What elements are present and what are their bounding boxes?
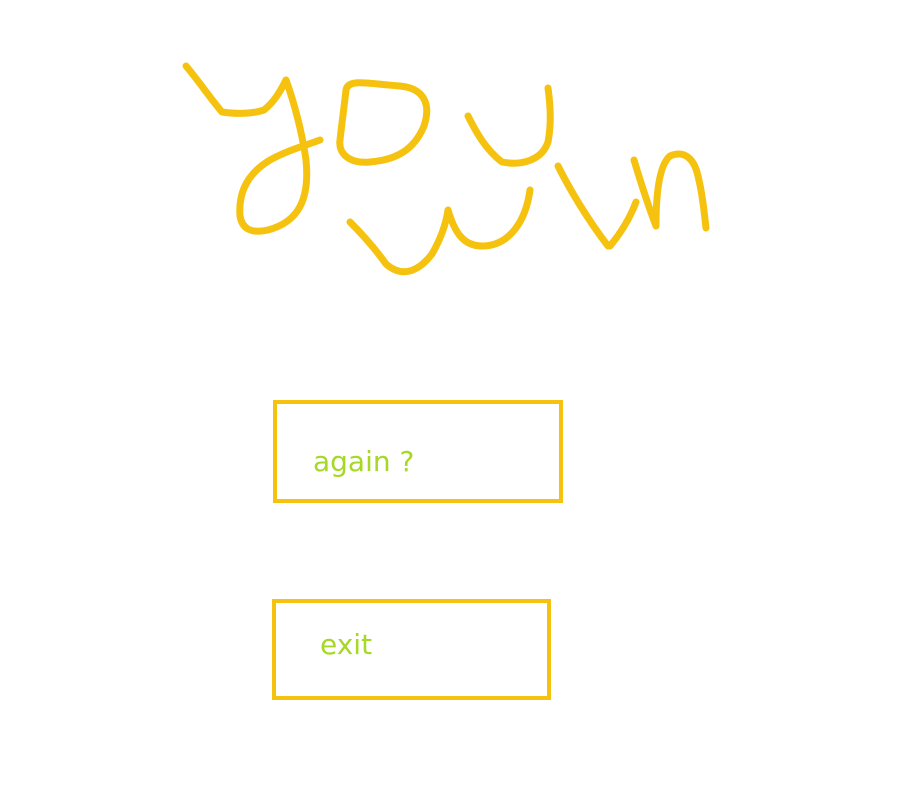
stroke-i [554,162,612,250]
stroke-w [346,186,534,276]
exit-button-label: exit [320,628,373,661]
stroke-o [336,79,431,166]
you-win-handwritten-title [170,50,730,290]
again-button[interactable]: again ? [273,400,563,503]
exit-button[interactable]: exit [272,599,551,700]
stroke-n-left [606,198,640,250]
title-strokes [182,62,710,276]
stroke-y-arm [182,62,290,117]
stroke-y-tail [236,76,324,235]
stroke-n-body [630,150,710,232]
you-win-drawing [182,62,710,276]
stroke-u [464,84,554,167]
win-screen: again ? exit [0,0,909,801]
again-button-label: again ? [313,445,415,478]
